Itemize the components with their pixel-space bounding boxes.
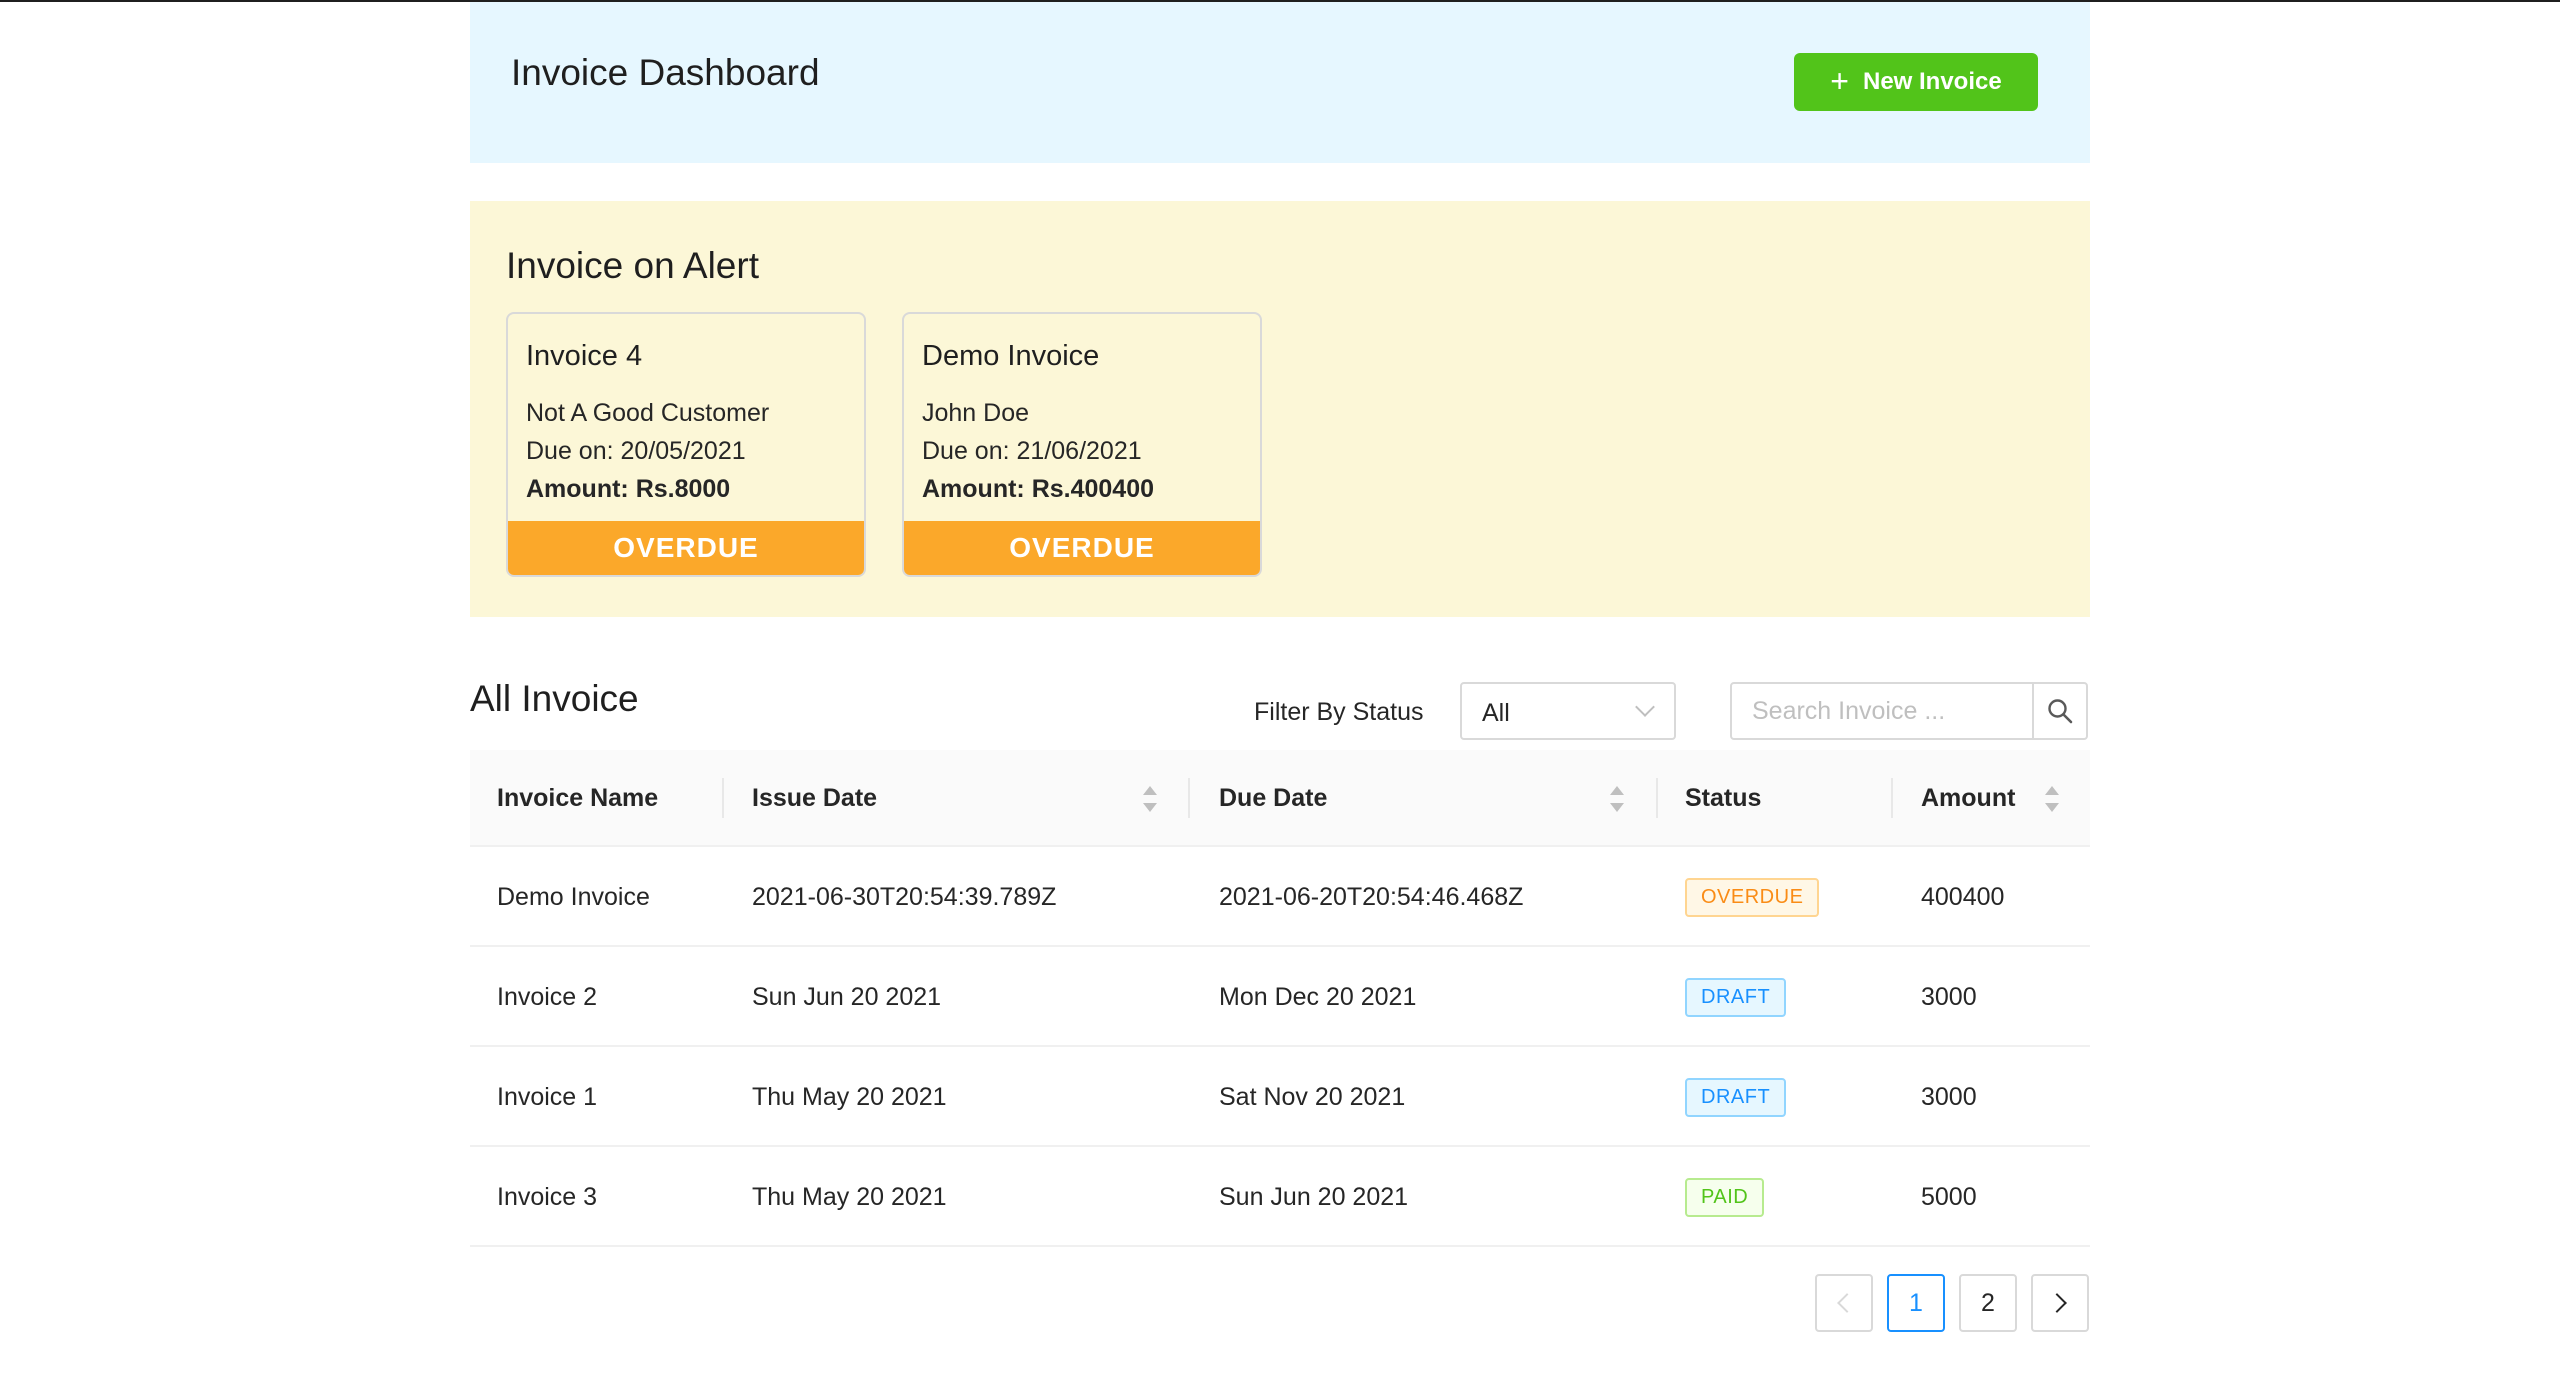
column-header-amount[interactable]: Amount	[1921, 750, 2015, 847]
dashboard-container: Invoice Dashboard + New Invoice Invoice …	[470, 2, 2090, 1332]
cell-invoice-name: Invoice 1	[497, 1082, 598, 1111]
invoice-table: Invoice Name Issue Date Due Date Status …	[470, 750, 2090, 1247]
table-row[interactable]: Invoice 1 Thu May 20 2021 Sat Nov 20 202…	[470, 1047, 2090, 1147]
sort-icon[interactable]	[1610, 786, 1624, 812]
column-header-due-date[interactable]: Due Date	[1219, 750, 1327, 847]
alert-card-title: Invoice 4	[526, 340, 643, 372]
status-badge: PAID	[1685, 1177, 1765, 1217]
column-header-invoice-name: Invoice Name	[497, 784, 659, 812]
cell-issue-date: Thu May 20 2021	[752, 1082, 947, 1111]
chevron-left-icon	[1837, 1293, 1857, 1313]
new-invoice-label: New Invoice	[1862, 68, 2002, 95]
page-button-1[interactable]: 1	[1887, 1274, 1945, 1332]
all-invoice-title: All Invoice	[470, 678, 639, 719]
cell-due-date: Sun Jun 20 2021	[1219, 1182, 1409, 1211]
column-divider	[1188, 778, 1190, 818]
cell-amount: 3000	[1921, 982, 1977, 1011]
chevron-right-icon	[2047, 1293, 2067, 1313]
search-button[interactable]	[2032, 682, 2088, 740]
table-row[interactable]: Demo Invoice 2021-06-30T20:54:39.789Z 20…	[470, 847, 2090, 947]
plus-icon: +	[1830, 62, 1849, 99]
alert-section-title: Invoice on Alert	[506, 245, 759, 286]
new-invoice-button[interactable]: + New Invoice	[1794, 53, 2038, 111]
alert-card[interactable]: Invoice 4 Not A Good Customer Due on: 20…	[506, 312, 866, 577]
cell-issue-date: Thu May 20 2021	[752, 1182, 947, 1211]
cell-issue-date: Sun Jun 20 2021	[752, 982, 942, 1011]
search-icon	[2048, 699, 2073, 724]
cell-due-date: 2021-06-20T20:54:46.468Z	[1219, 882, 1524, 911]
alert-card-due: Due on: 20/05/2021	[526, 437, 746, 465]
table-row[interactable]: Invoice 2 Sun Jun 20 2021 Mon Dec 20 202…	[470, 947, 2090, 1047]
alert-card-customer: John Doe	[922, 399, 1030, 427]
status-filter-value: All	[1482, 699, 1510, 727]
search-input[interactable]	[1730, 682, 2034, 740]
alert-card-due: Due on: 21/06/2021	[922, 437, 1142, 465]
cell-invoice-name: Invoice 3	[497, 1182, 598, 1211]
alert-card-status-banner: OVERDUE	[508, 521, 864, 575]
cell-amount: 3000	[1921, 1082, 1977, 1111]
alert-card-title: Demo Invoice	[922, 340, 1100, 372]
prev-page-button[interactable]	[1815, 1274, 1873, 1332]
column-divider	[1891, 778, 1893, 818]
page-button-2[interactable]: 2	[1959, 1274, 2017, 1332]
sort-icon[interactable]	[1143, 786, 1157, 812]
alert-card[interactable]: Demo Invoice John Doe Due on: 21/06/2021…	[902, 312, 1262, 577]
cell-due-date: Sat Nov 20 2021	[1219, 1082, 1406, 1111]
cell-amount: 400400	[1921, 882, 2005, 911]
status-badge: DRAFT	[1685, 977, 1787, 1017]
alert-card-amount: Amount: Rs.8000	[526, 475, 731, 503]
alert-card-customer: Not A Good Customer	[526, 399, 770, 427]
cell-amount: 5000	[1921, 1182, 1977, 1211]
alert-card-status-banner: OVERDUE	[904, 521, 1260, 575]
filter-label: Filter By Status	[1254, 698, 1424, 726]
sort-icon[interactable]	[2045, 786, 2059, 812]
cell-invoice-name: Demo Invoice	[497, 882, 650, 911]
next-page-button[interactable]	[2031, 1274, 2089, 1332]
cell-issue-date: 2021-06-30T20:54:39.789Z	[752, 882, 1057, 911]
dashboard-header: Invoice Dashboard + New Invoice	[470, 2, 2090, 163]
column-header-status: Status	[1685, 784, 1762, 812]
cell-invoice-name: Invoice 2	[497, 982, 598, 1011]
status-badge: DRAFT	[1685, 1077, 1787, 1117]
chevron-down-icon	[1635, 697, 1655, 717]
table-header: Invoice Name Issue Date Due Date Status …	[470, 750, 2090, 847]
column-divider	[1656, 778, 1658, 818]
page-title: Invoice Dashboard	[511, 52, 820, 93]
column-divider	[722, 778, 724, 818]
alert-card-amount: Amount: Rs.400400	[922, 475, 1155, 503]
alert-section: Invoice on Alert Invoice 4 Not A Good Cu…	[470, 201, 2090, 617]
column-header-issue-date[interactable]: Issue Date	[752, 750, 877, 847]
table-row[interactable]: Invoice 3 Thu May 20 2021 Sun Jun 20 202…	[470, 1147, 2090, 1247]
status-badge: OVERDUE	[1685, 877, 1820, 917]
status-filter-select[interactable]: All	[1460, 682, 1676, 740]
cell-due-date: Mon Dec 20 2021	[1219, 982, 1417, 1011]
